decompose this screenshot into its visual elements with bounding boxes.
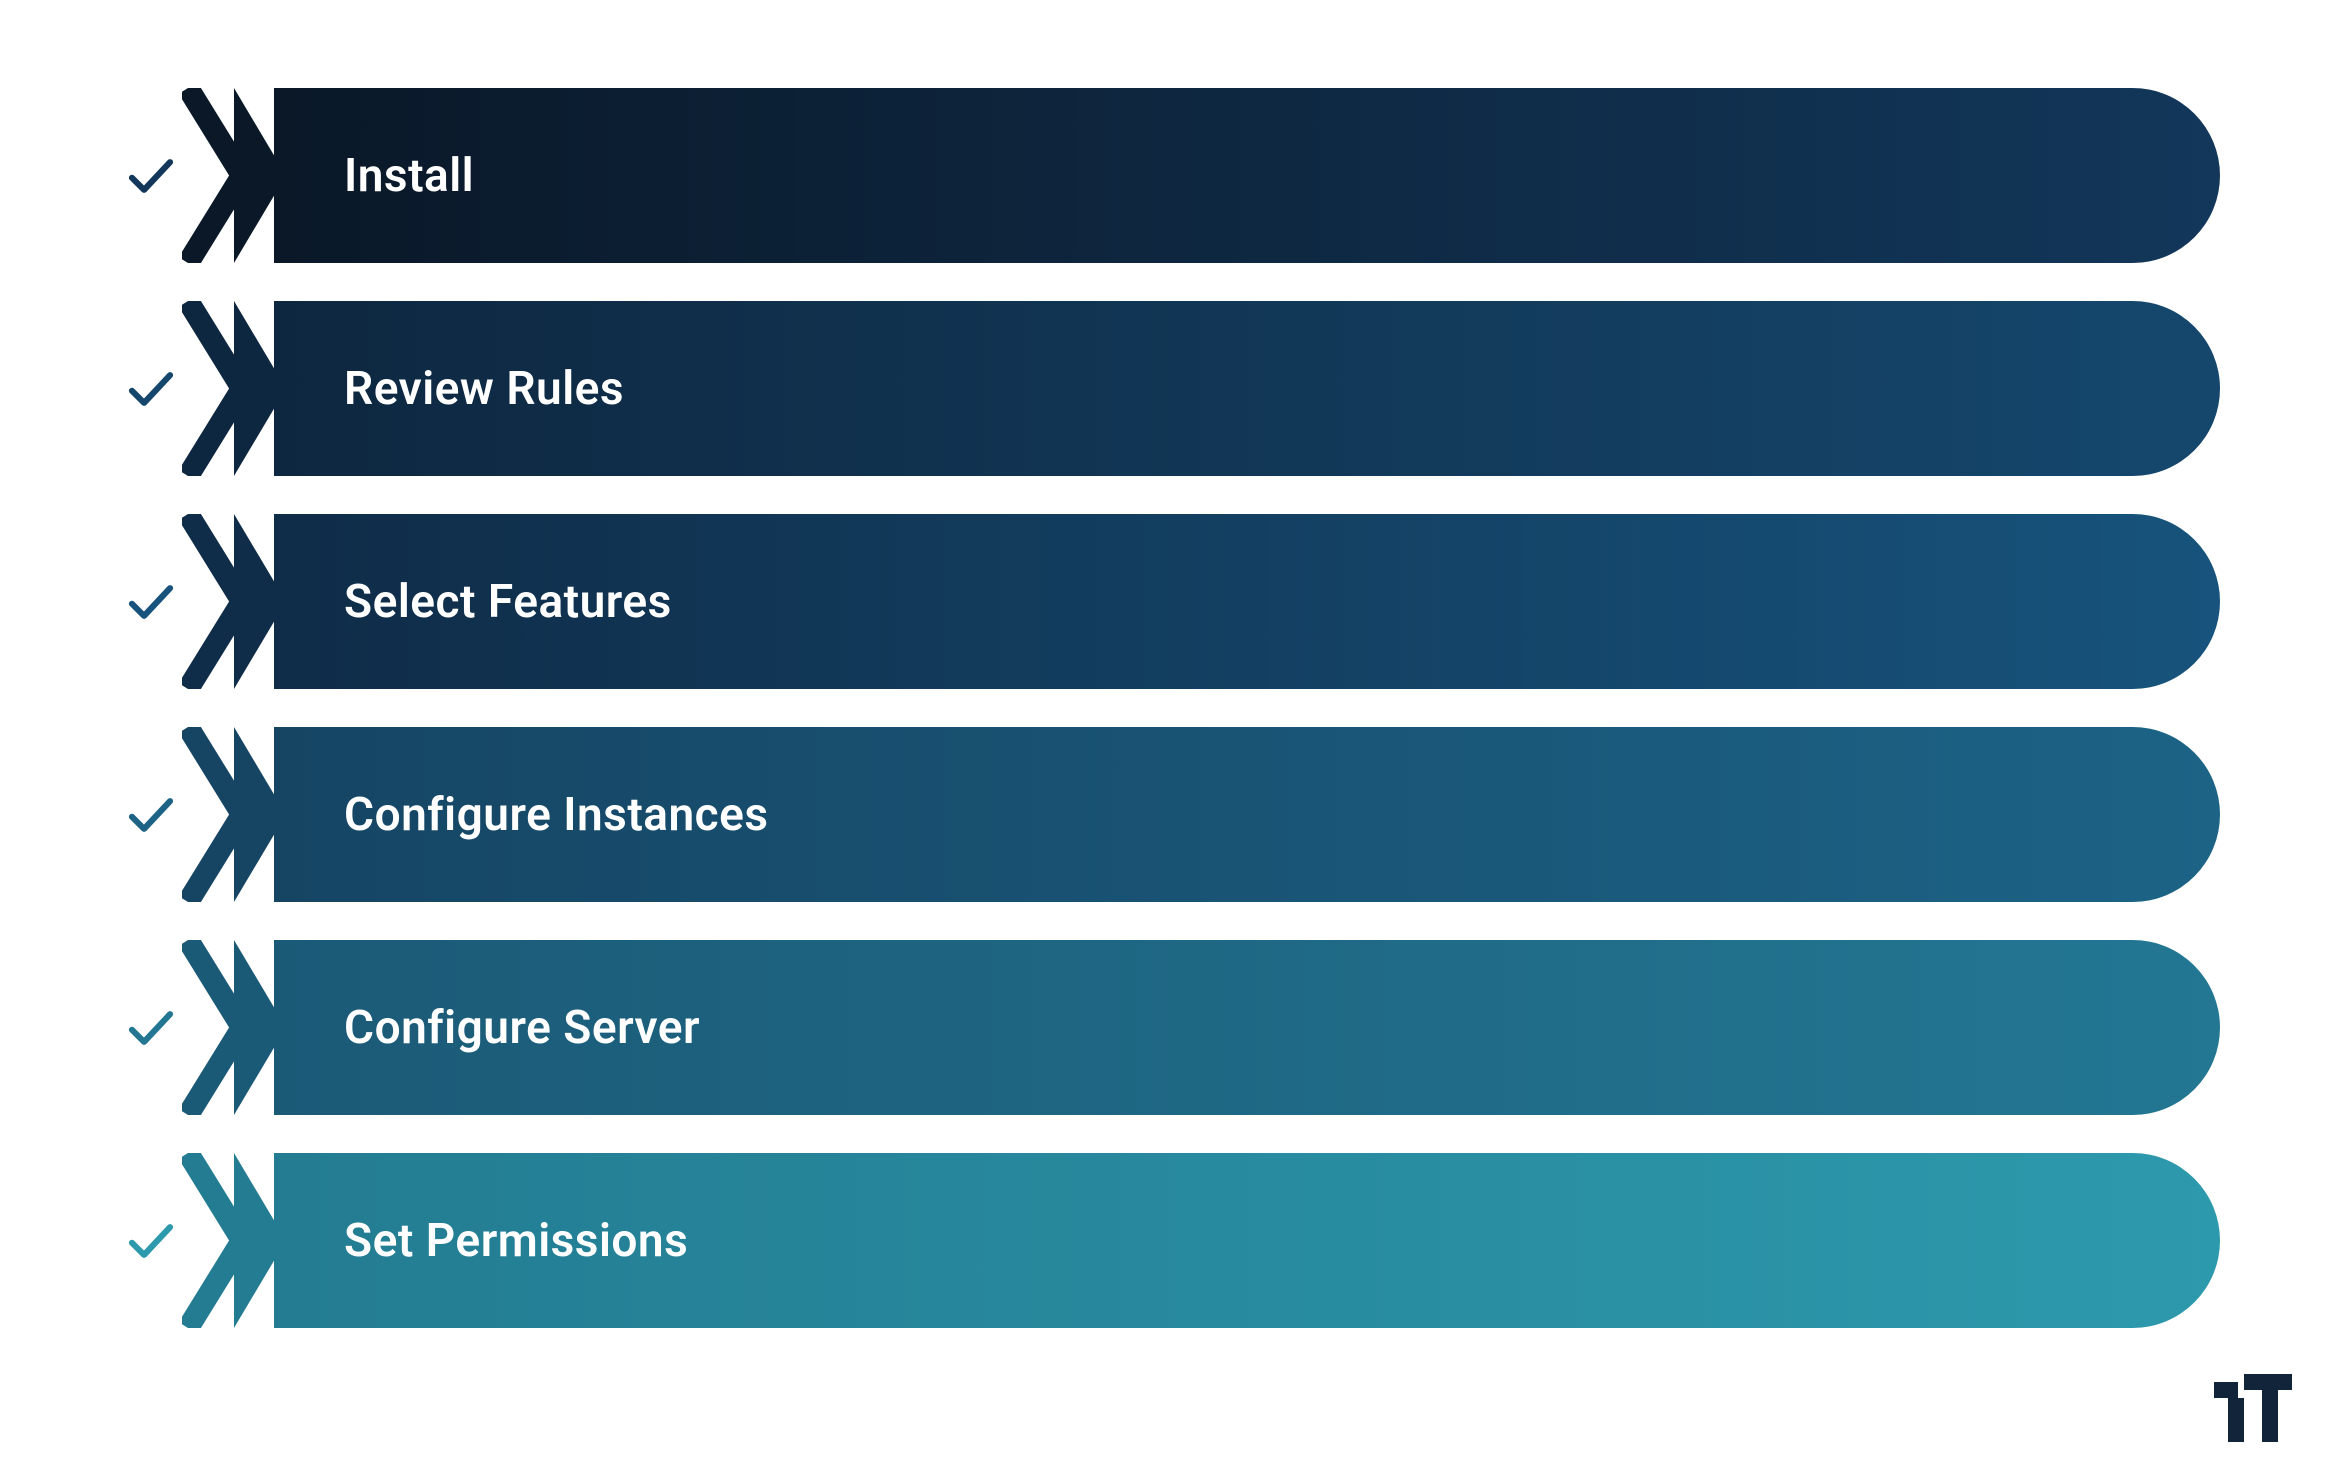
step-list: Install Review Rules Sel xyxy=(120,88,2220,1328)
step-set-permissions: Set Permissions xyxy=(120,1153,2220,1328)
step-bar: Select Features xyxy=(274,514,2220,689)
step-label: Set Permissions xyxy=(344,1214,688,1268)
step-configure-instances: Configure Instances xyxy=(120,727,2220,902)
step-configure-server: Configure Server xyxy=(120,940,2220,1115)
check-icon xyxy=(120,576,182,628)
check-icon xyxy=(120,363,182,415)
step-label: Configure Server xyxy=(344,1001,700,1055)
step-install: Install xyxy=(120,88,2220,263)
diagram-canvas: Install Review Rules Sel xyxy=(0,0,2340,1478)
step-bar: Review Rules xyxy=(274,301,2220,476)
step-bar: Set Permissions xyxy=(274,1153,2220,1328)
step-review-rules: Review Rules xyxy=(120,301,2220,476)
chevron-icon xyxy=(182,1153,292,1328)
step-label: Install xyxy=(344,149,474,203)
chevron-icon xyxy=(182,88,292,263)
step-bar: Install xyxy=(274,88,2220,263)
chevron-icon xyxy=(182,727,292,902)
check-icon xyxy=(120,1215,182,1267)
step-label: Select Features xyxy=(344,575,672,629)
logo-icon xyxy=(2214,1374,2292,1446)
chevron-icon xyxy=(182,514,292,689)
step-select-features: Select Features xyxy=(120,514,2220,689)
step-label: Configure Instances xyxy=(344,788,769,842)
step-label: Review Rules xyxy=(344,362,624,416)
chevron-icon xyxy=(182,940,292,1115)
step-bar: Configure Server xyxy=(274,940,2220,1115)
check-icon xyxy=(120,1002,182,1054)
check-icon xyxy=(120,150,182,202)
check-icon xyxy=(120,789,182,841)
chevron-icon xyxy=(182,301,292,476)
step-bar: Configure Instances xyxy=(274,727,2220,902)
